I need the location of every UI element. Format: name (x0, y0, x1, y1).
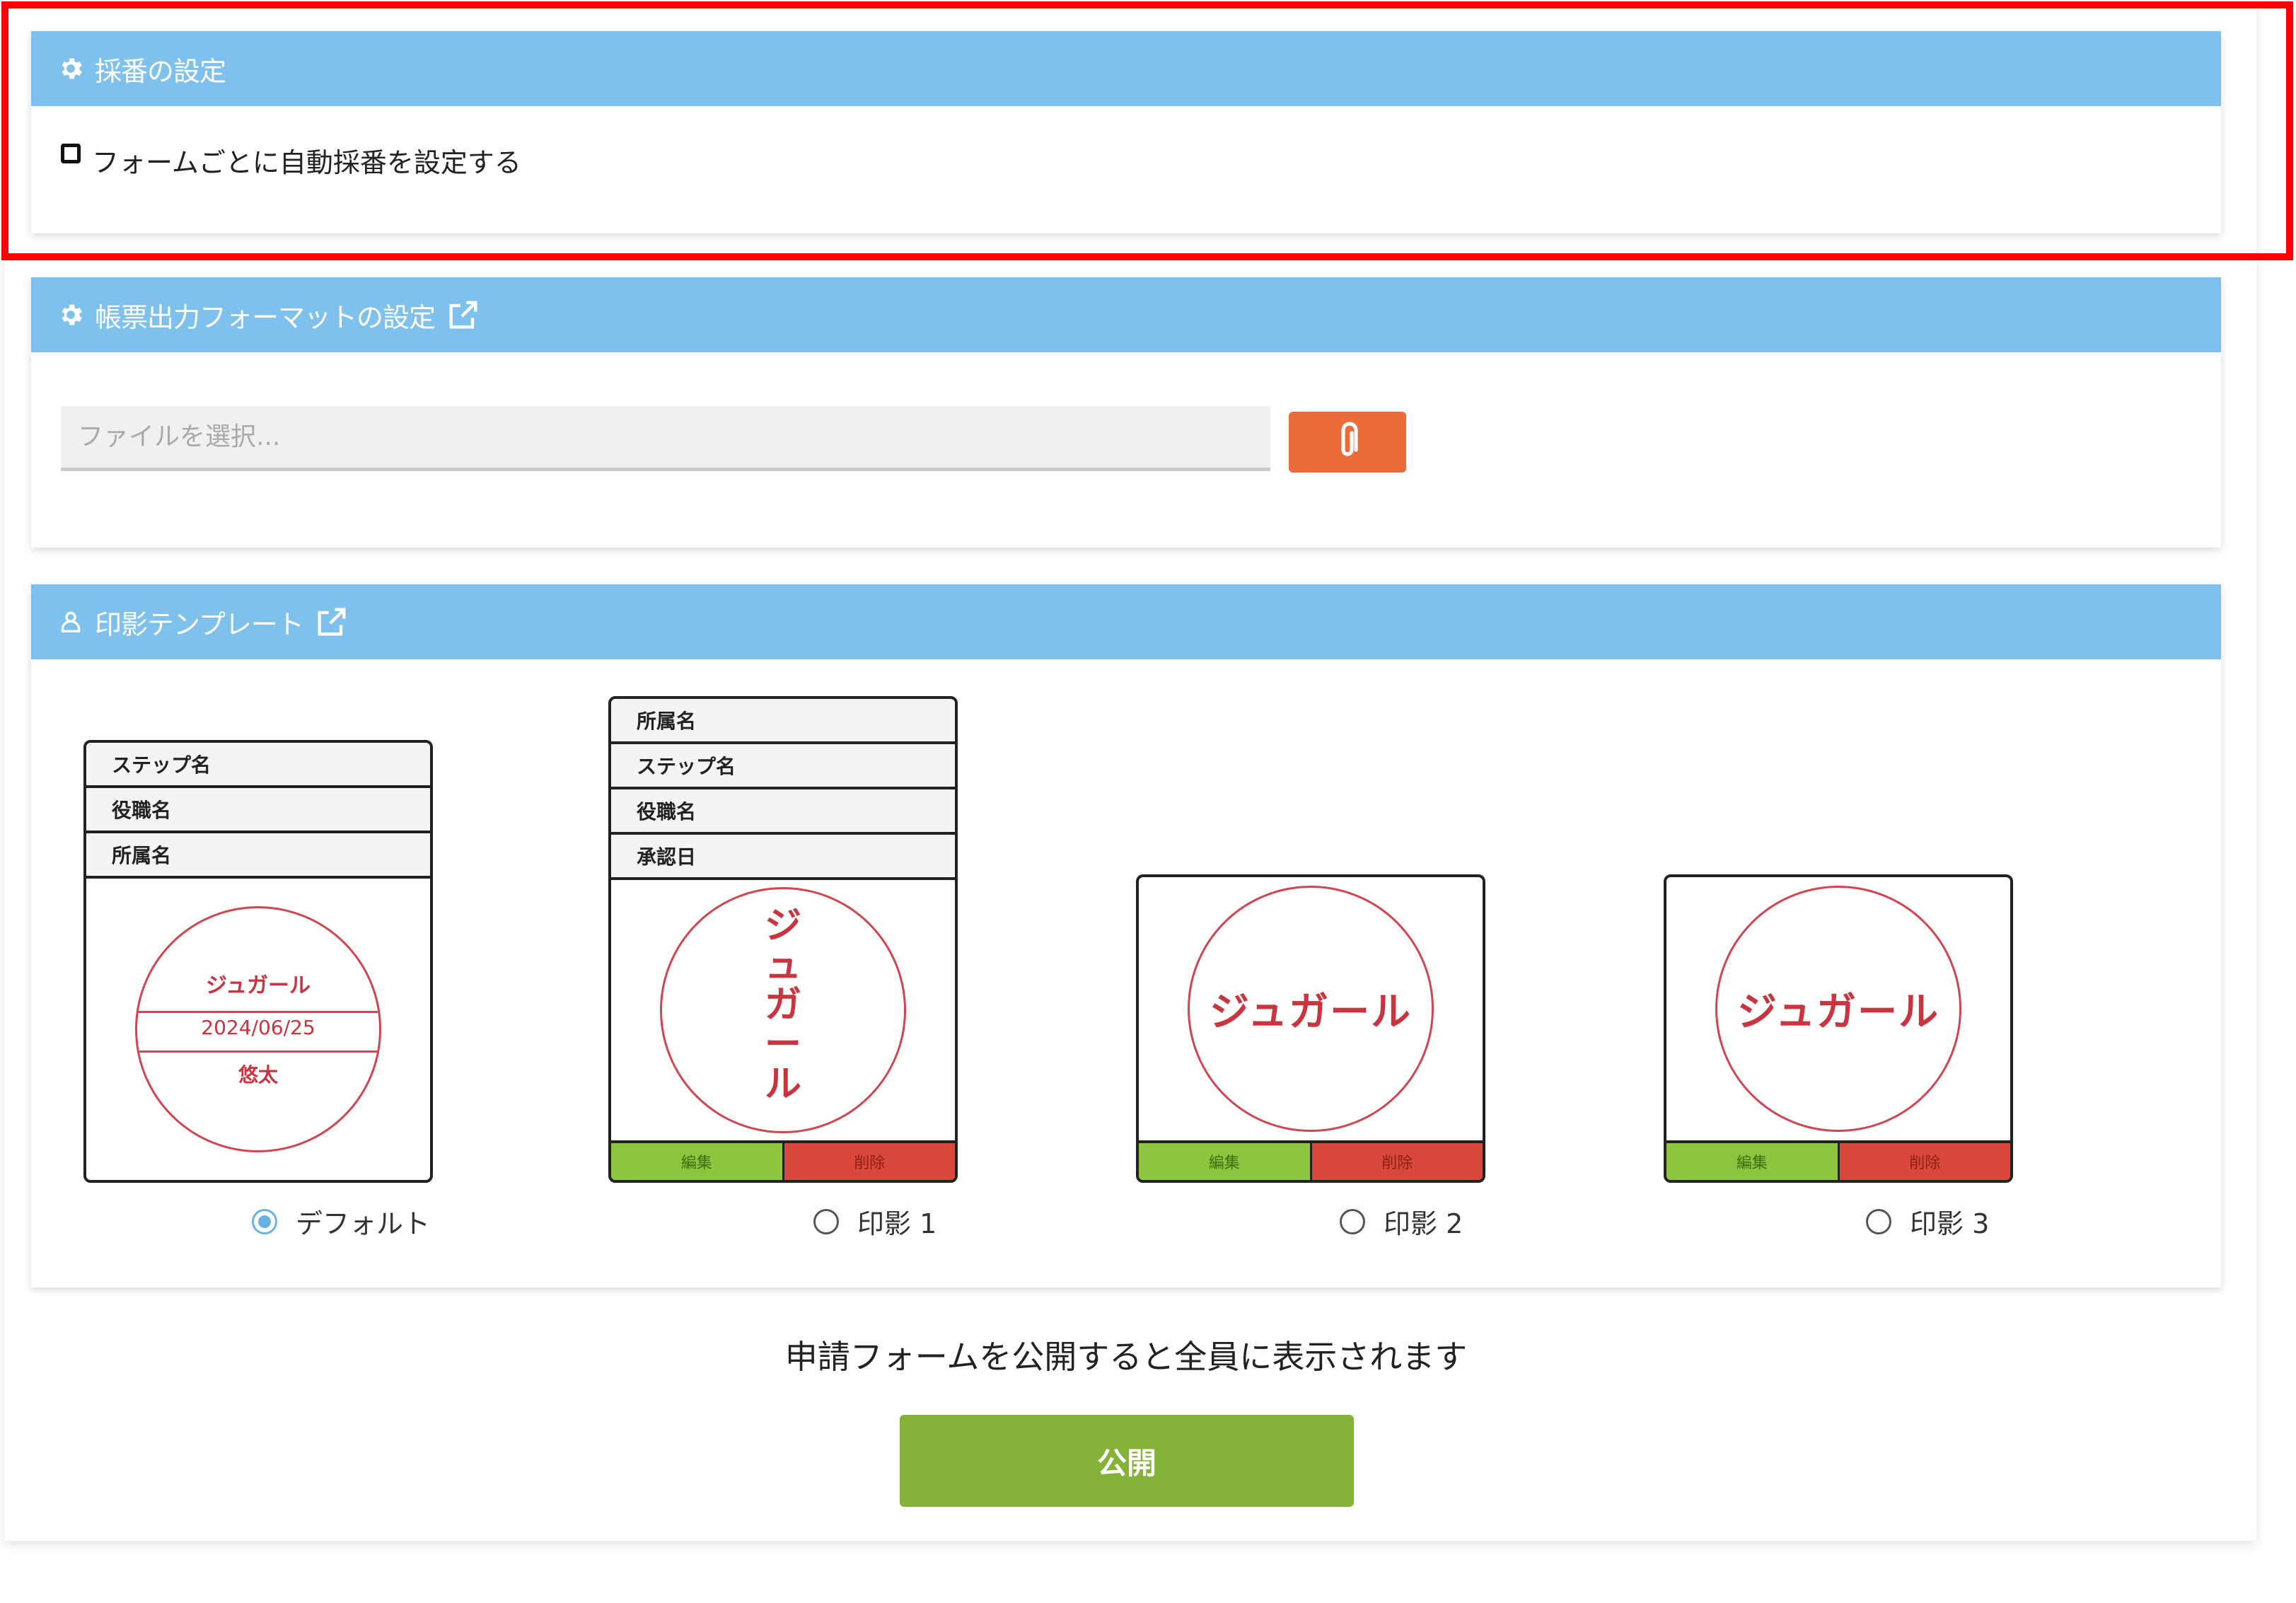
stamp-panel-title: 印影テンプレート (95, 608, 304, 640)
stamp-card-3[interactable]: ジュガール 編集 削除 (1664, 874, 2013, 1183)
stamp-circle: ジ ュ ガ ー ル (660, 887, 906, 1133)
stamp-template-panel: 印影テンプレート ステップ名 役職名 所属名 ジュガール 2024/06/25 … (31, 584, 2221, 1287)
radio-default[interactable] (252, 1208, 277, 1234)
auto-numbering-checkbox[interactable]: フォームごとに自動採番を設定する (61, 141, 521, 180)
stamp-option-default[interactable]: デフォルト (252, 1202, 430, 1241)
format-panel-header: 帳票出力フォーマットの設定 (31, 277, 2221, 352)
stamp-card-1[interactable]: 所属名 ステップ名 役職名 承認日 ジ ュ ガ ー ル 編集 削除 (608, 696, 958, 1183)
attach-file-button[interactable] (1289, 412, 1406, 473)
numbering-panel-title: 採番の設定 (95, 55, 226, 87)
stamp-vertical-name: ジ ュ ガ ー ル (764, 905, 801, 1106)
radio-stamp-3[interactable] (1866, 1208, 1891, 1234)
edit-button[interactable]: 編集 (1666, 1143, 1840, 1180)
delete-button[interactable]: 削除 (1839, 1143, 2010, 1180)
stamp-date-text: 2024/06/25 (201, 1016, 315, 1039)
stamp-panel-header: 印影テンプレート (31, 584, 2221, 659)
format-panel-title: 帳票出力フォーマットの設定 (95, 301, 436, 333)
stamp-option-label: 印影 2 (1384, 1208, 1463, 1239)
stamp-card-2[interactable]: ジュガール 編集 削除 (1136, 874, 1485, 1183)
publish-button[interactable]: 公開 (900, 1415, 1354, 1507)
numbering-panel: 採番の設定 フォームごとに自動採番を設定する (31, 31, 2221, 233)
stamp-row: ステップ名 (86, 743, 430, 788)
stamp-row: 所属名 (611, 699, 955, 744)
page: 採番の設定 フォームごとに自動採番を設定する 帳票出力フォーマットの設定 ファイ… (0, 0, 2296, 1603)
external-link-icon[interactable] (313, 603, 350, 640)
numbering-panel-header: 採番の設定 (31, 31, 2221, 106)
delete-button[interactable]: 削除 (1311, 1143, 1483, 1180)
stamp-area: ジ ュ ガ ー ル (611, 880, 955, 1140)
radio-stamp-2[interactable] (1340, 1208, 1365, 1234)
stamp-option-label: デフォルト (296, 1208, 431, 1239)
stamp-area: ジュガール 2024/06/25 悠太 (86, 879, 430, 1180)
stamp-option-3[interactable]: 印影 3 (1866, 1202, 1989, 1241)
auto-numbering-label: フォームごとに自動採番を設定する (92, 147, 521, 178)
external-link-icon[interactable] (445, 296, 482, 333)
stamp-circle: ジュガール 2024/06/25 悠太 (135, 906, 381, 1152)
stamp-divider (137, 1051, 379, 1053)
stamp-name-text: ジュガール (1209, 989, 1413, 1036)
stamp-divider (137, 1011, 379, 1013)
stamp-area: ジュガール (1139, 877, 1483, 1140)
stamp-company-text: ジュガール (206, 973, 311, 998)
file-select-input[interactable] (61, 406, 1270, 471)
edit-button[interactable]: 編集 (611, 1143, 784, 1180)
format-panel: 帳票出力フォーマットの設定 (31, 277, 2221, 548)
stamp-option-2[interactable]: 印影 2 (1340, 1202, 1463, 1241)
stamp-actions: 編集 削除 (1666, 1140, 2010, 1180)
user-icon (57, 608, 85, 636)
stamp-row: ステップ名 (611, 744, 955, 789)
publish-note: 申請フォームを公開すると全員に表示されます (784, 1338, 1468, 1376)
stamp-card-default[interactable]: ステップ名 役職名 所属名 ジュガール 2024/06/25 悠太 (83, 740, 433, 1183)
stamp-circle: ジュガール (1715, 886, 1961, 1132)
gear-icon (57, 301, 85, 329)
stamp-option-label: 印影 1 (857, 1208, 937, 1239)
checkbox-box[interactable] (61, 143, 81, 163)
stamp-actions: 編集 削除 (611, 1140, 955, 1180)
radio-stamp-1[interactable] (813, 1208, 839, 1234)
stamp-row: 承認日 (611, 835, 955, 880)
gear-icon (57, 54, 85, 83)
delete-button[interactable]: 削除 (784, 1143, 955, 1180)
stamp-circle: ジュガール (1188, 886, 1434, 1132)
stamp-area: ジュガール (1666, 877, 2010, 1140)
stamp-option-label: 印影 3 (1910, 1208, 1990, 1239)
edit-button[interactable]: 編集 (1139, 1143, 1312, 1180)
stamp-row: 所属名 (86, 833, 430, 879)
stamp-actions: 編集 削除 (1139, 1140, 1483, 1180)
stamp-option-1[interactable]: 印影 1 (813, 1202, 937, 1241)
stamp-row: 役職名 (86, 788, 430, 833)
paperclip-icon (1333, 421, 1362, 463)
stamp-person-text: 悠太 (238, 1063, 278, 1087)
stamp-row: 役職名 (611, 789, 955, 835)
stamp-name-text: ジュガール (1737, 989, 1940, 1036)
